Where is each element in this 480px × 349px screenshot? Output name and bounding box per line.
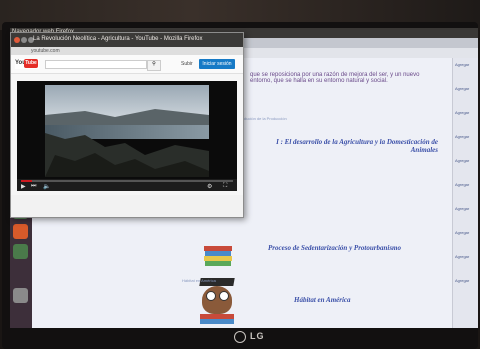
section3-label: Hábitat en América xyxy=(182,278,216,283)
sidebar-item[interactable]: Agregar xyxy=(455,86,469,91)
right-sidebar: Agregar Agregar Agregar Agregar Agregar … xyxy=(452,58,478,328)
youtube-popup-window: La Revolución Neolítica - Agricultura - … xyxy=(10,32,244,218)
app-icon-2[interactable] xyxy=(13,224,28,239)
sidebar-item[interactable]: Agregar xyxy=(455,206,469,211)
close-icon[interactable] xyxy=(14,37,20,43)
volume-icon[interactable]: 🔈 xyxy=(43,183,50,190)
intro-text: que se reposiciona por una razón de mejo… xyxy=(250,72,420,84)
monitor-brand: LG xyxy=(250,331,265,341)
popup-url: youtube.com xyxy=(31,48,60,54)
search-input[interactable] xyxy=(45,60,147,69)
search-icon[interactable]: ⚲ xyxy=(147,60,161,71)
sidebar-item[interactable]: Agregar xyxy=(455,134,469,139)
popup-url-bar[interactable]: youtube.com xyxy=(11,47,243,55)
sign-in-button[interactable]: Iniciar sesión xyxy=(199,59,235,69)
youtube-logo-tube: Tube xyxy=(24,59,38,68)
trash-icon[interactable] xyxy=(13,288,28,303)
fullscreen-icon[interactable]: ⛶ xyxy=(223,183,227,190)
popup-title: La Revolución Neolítica - Agricultura - … xyxy=(33,36,203,42)
app-icon-3[interactable] xyxy=(13,244,28,259)
video-progress-bar[interactable] xyxy=(21,180,233,182)
books-illustration xyxy=(204,246,232,266)
popup-footer xyxy=(11,195,243,217)
section1-title: I : El desarrollo de la Agricultura y la… xyxy=(276,138,438,154)
sidebar-item[interactable]: Agregar xyxy=(455,254,469,259)
video-player[interactable]: ▶ ⏭ 🔈 ⚙ ⛶ xyxy=(17,81,237,191)
section2-title: Proceso de Sedentarización y Protourbani… xyxy=(268,244,402,252)
sidebar-item[interactable]: Agregar xyxy=(455,62,469,67)
video-landscape xyxy=(45,85,209,177)
sidebar-item[interactable]: Agregar xyxy=(455,110,469,115)
youtube-logo[interactable]: You Tube xyxy=(15,59,39,69)
popup-title-bar[interactable]: La Revolución Neolítica - Agricultura - … xyxy=(11,33,243,47)
youtube-header: You Tube ⚲ Subir Iniciar sesión xyxy=(11,55,243,74)
settings-icon[interactable]: ⚙ xyxy=(207,183,212,190)
sidebar-item[interactable]: Agregar xyxy=(455,278,469,283)
upload-button[interactable]: Subir xyxy=(181,61,193,67)
sidebar-item[interactable]: Agregar xyxy=(455,158,469,163)
sidebar-item[interactable]: Agregar xyxy=(455,230,469,235)
video-frame[interactable] xyxy=(45,85,209,177)
next-icon[interactable]: ⏭ xyxy=(31,183,36,190)
play-icon[interactable]: ▶ xyxy=(21,183,26,190)
owl-illustration xyxy=(199,278,235,324)
minimize-icon[interactable] xyxy=(21,37,27,43)
lg-logo-icon xyxy=(234,331,246,343)
section3-title: Hábitat en América xyxy=(294,296,351,304)
sidebar-item[interactable]: Agregar xyxy=(455,182,469,187)
video-controls: ▶ ⏭ 🔈 ⚙ ⛶ xyxy=(17,179,237,191)
